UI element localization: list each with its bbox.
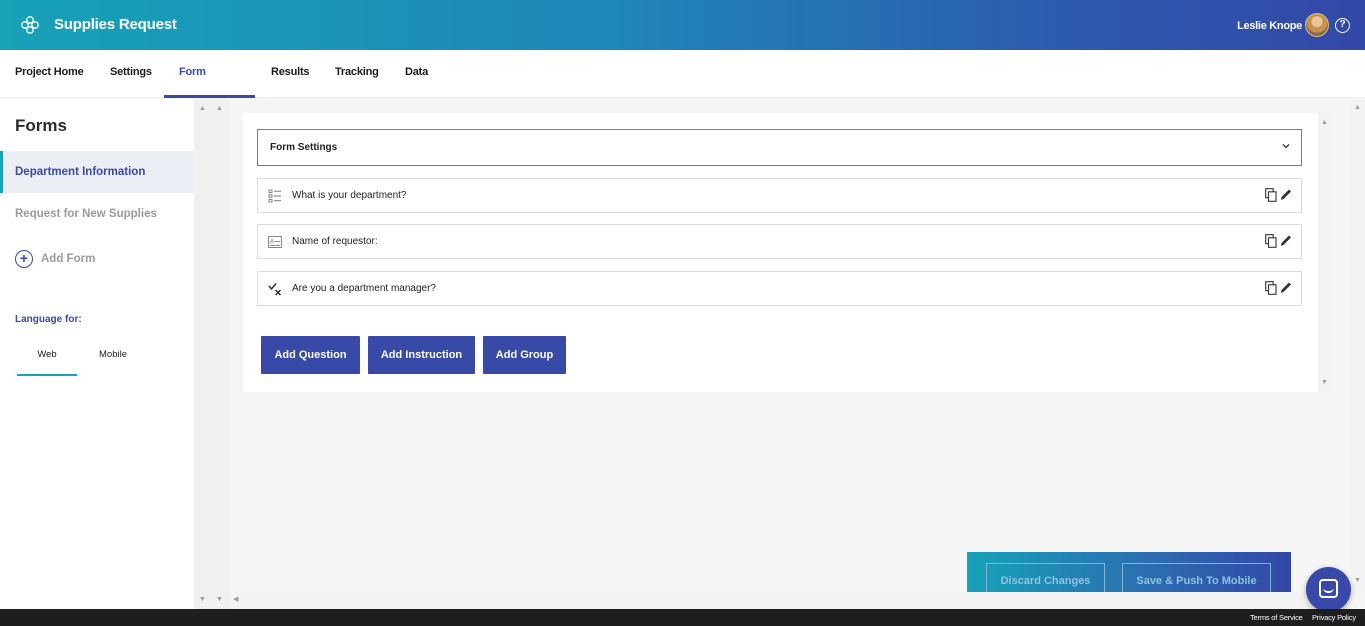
app-header: Supplies Request Leslie Knope ?	[0, 0, 1365, 50]
form-settings-label: Form Settings	[270, 142, 338, 153]
add-form-label: Add Form	[41, 253, 96, 265]
avatar[interactable]	[1305, 13, 1329, 37]
copy-icon[interactable]	[1265, 281, 1277, 295]
question-text: What is your department?	[292, 190, 407, 201]
sidebar-item-department-information[interactable]: Department Information	[0, 151, 194, 193]
question-row[interactable]: What is your department?	[257, 178, 1302, 213]
add-form-button[interactable]: + Add Form	[15, 250, 95, 268]
tab-tracking[interactable]: Tracking	[335, 50, 379, 98]
app-title: Supplies Request	[54, 16, 177, 33]
page-footer: Terms of Service Privacy Policy	[0, 609, 1365, 626]
panel-scrollbar[interactable]: ▲ ▼	[1318, 113, 1332, 392]
tab-form-builder[interactable]: Form Builder	[164, 50, 255, 123]
pencil-icon[interactable]	[1280, 188, 1292, 201]
yes-no-icon	[268, 283, 282, 296]
chat-support-button[interactable]	[1306, 567, 1351, 612]
pencil-icon[interactable]	[1280, 281, 1292, 294]
scroll-down-arrow-icon[interactable]: ▼	[216, 596, 223, 604]
tab-project-home[interactable]: Project Home	[15, 50, 84, 98]
text-field-icon: A	[268, 236, 282, 248]
tab-results[interactable]: Results	[271, 50, 310, 98]
sidebar-scrollbar[interactable]: ▲ ▲ ▼ ▼	[194, 99, 230, 609]
scroll-up-arrow-icon[interactable]: ▲	[1354, 104, 1361, 112]
add-group-button[interactable]: Add Group	[483, 336, 566, 374]
user-name[interactable]: Leslie Knope	[1237, 20, 1302, 32]
save-push-mobile-button[interactable]: Save & Push To Mobile	[1122, 563, 1271, 592]
plus-circle-icon: +	[15, 250, 33, 268]
privacy-policy-link[interactable]: Privacy Policy	[1312, 613, 1356, 622]
add-instruction-button[interactable]: Add Instruction	[368, 336, 475, 374]
form-builder-panel: Form Settings What is your department? A	[243, 113, 1332, 392]
tab-data[interactable]: Data	[405, 50, 428, 98]
forms-heading: Forms	[15, 116, 67, 135]
help-icon[interactable]: ?	[1335, 18, 1350, 33]
scroll-up-arrow-icon[interactable]: ▲	[216, 105, 223, 113]
question-row[interactable]: A Name of requestor:	[257, 224, 1302, 259]
language-tab-mobile[interactable]: Mobile	[85, 342, 141, 376]
discard-changes-button[interactable]: Discard Changes	[986, 563, 1105, 592]
question-text: Name of requestor:	[292, 236, 378, 247]
copy-icon[interactable]	[1265, 188, 1277, 202]
question-text: Are you a department manager?	[292, 283, 436, 294]
add-question-button[interactable]: Add Question	[261, 336, 360, 374]
svg-text:A: A	[270, 240, 274, 246]
scroll-down-arrow-icon[interactable]: ▼	[1354, 577, 1361, 585]
chevron-down-icon	[1282, 144, 1290, 149]
page-scrollbar[interactable]: ▲ ▼	[1351, 99, 1365, 591]
save-action-bar: Discard Changes Save & Push To Mobile	[967, 552, 1291, 592]
terms-of-service-link[interactable]: Terms of Service	[1250, 613, 1303, 622]
list-icon	[268, 189, 281, 203]
copy-icon[interactable]	[1265, 234, 1277, 248]
scroll-down-arrow-icon[interactable]: ▼	[199, 596, 206, 604]
scroll-left-arrow-icon[interactable]: ◀	[233, 596, 238, 604]
pencil-icon[interactable]	[1280, 234, 1292, 247]
language-label: Language for:	[15, 314, 82, 325]
tab-settings[interactable]: Settings	[110, 50, 152, 98]
sidebar-item-request-for-new-supplies[interactable]: Request for New Supplies	[0, 193, 194, 235]
language-tab-web[interactable]: Web	[17, 342, 77, 376]
scroll-up-arrow-icon[interactable]: ▲	[1321, 119, 1328, 127]
app-logo-icon[interactable]	[20, 15, 40, 35]
forms-sidebar: Forms Department Information Request for…	[0, 99, 194, 609]
main-nav: Project Home Settings Form Builder Resul…	[0, 50, 1365, 123]
scroll-up-arrow-icon[interactable]: ▲	[199, 105, 206, 113]
question-row[interactable]: Are you a department manager?	[257, 271, 1302, 306]
scroll-down-arrow-icon[interactable]: ▼	[1321, 379, 1328, 387]
horizontal-scrollbar[interactable]: ◀	[230, 592, 1351, 609]
form-settings-dropdown[interactable]: Form Settings	[257, 129, 1302, 166]
